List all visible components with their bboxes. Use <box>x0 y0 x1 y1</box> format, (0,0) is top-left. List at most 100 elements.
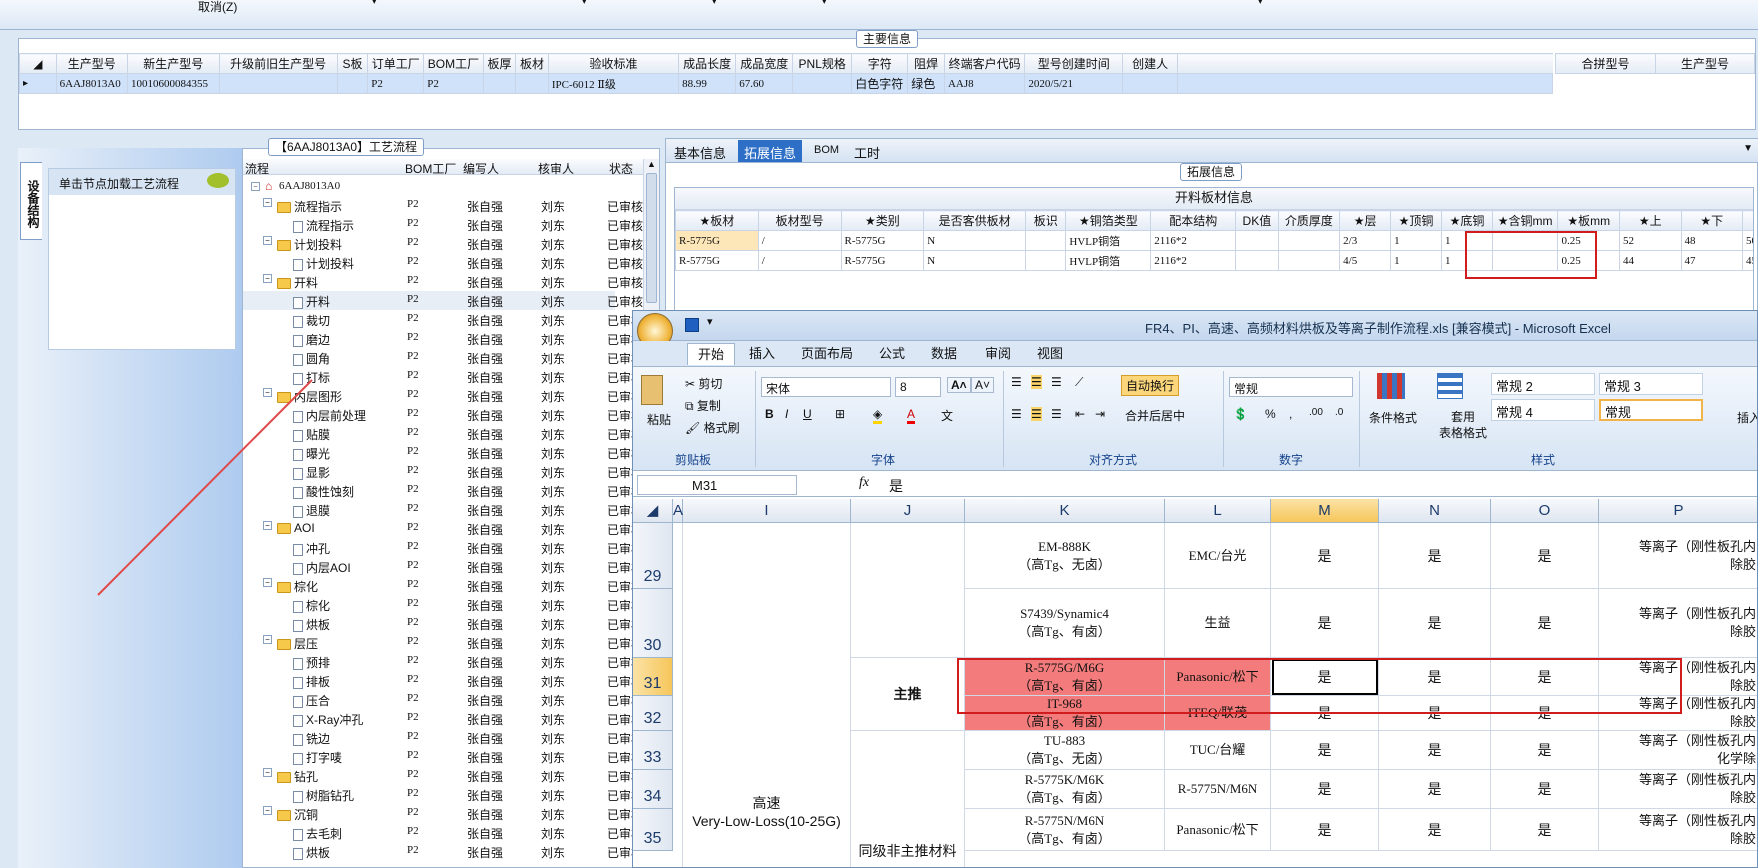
tree-node[interactable]: 圆角 P2 张自强 刘东 已审核 <box>243 348 643 367</box>
column-header[interactable]: O <box>1491 499 1599 523</box>
tab-hours[interactable]: 工时 <box>854 143 880 162</box>
col-header[interactable]: 板材 <box>515 53 549 74</box>
cancel-menu[interactable]: 取消(Z) <box>198 0 237 15</box>
tree-node[interactable]: 流程指示 P2 张自强 刘东 已审核 <box>243 215 643 234</box>
tree-node[interactable]: 贴膜 P2 张自强 刘东 已审核 <box>243 424 643 443</box>
cell-n[interactable]: 是 <box>1379 770 1491 809</box>
tree-node[interactable]: 开料 P2 张自强 刘东 已审核 <box>243 291 643 310</box>
cell[interactable] <box>218 73 338 94</box>
col-header[interactable]: 合拼型号 <box>1555 53 1656 74</box>
cell[interactable] <box>1122 73 1179 94</box>
col-header[interactable]: BOM工厂 <box>405 160 456 177</box>
column-header[interactable]: K <box>965 499 1165 523</box>
col-header[interactable]: 介质厚度 <box>1277 210 1341 231</box>
row-header[interactable]: 30 <box>633 589 673 658</box>
cell[interactable]: IPC-6012 Ⅱ级 <box>547 73 680 94</box>
tree-node[interactable]: 酸性蚀刻 P2 张自强 刘东 已审核 <box>243 481 643 500</box>
col-header[interactable]: ★层 <box>1339 210 1392 231</box>
col-header[interactable]: 核审人 <box>538 160 574 177</box>
cell-o[interactable]: 是 <box>1491 731 1599 770</box>
cell-o[interactable]: 是 <box>1491 589 1599 658</box>
col-header[interactable]: 板识 <box>1025 210 1067 231</box>
tree-node[interactable]: − 沉铜 P2 张自强 刘东 已审核 <box>243 804 643 823</box>
tree-node[interactable]: 排板 P2 张自强 刘东 已审核 <box>243 671 643 690</box>
cell-o[interactable]: 是 <box>1491 523 1599 589</box>
col-header[interactable]: 升级前旧生产型号 <box>218 53 338 74</box>
cell-k[interactable]: S7439/Synamic4 （高Tg、有卤） <box>965 589 1165 658</box>
col-header[interactable]: 配本结构 <box>1150 210 1237 231</box>
cell[interactable]: N <box>923 230 1027 251</box>
cell[interactable]: 44 <box>1618 250 1682 271</box>
collapse-icon[interactable]: − <box>263 198 272 207</box>
tree-node[interactable]: 内层AOI P2 张自强 刘东 已审核 <box>243 557 643 576</box>
col-header[interactable]: ★板mm <box>1557 210 1620 231</box>
tab-device-structure[interactable]: 设备结构 <box>20 162 42 240</box>
tab-bom[interactable]: BOM <box>814 144 839 156</box>
tree-node[interactable]: 铣边 P2 张自强 刘东 已审核 <box>243 728 643 747</box>
col-header[interactable]: 流程 <box>245 160 269 177</box>
cell-j-other[interactable]: 同级非主推材料 <box>851 731 965 867</box>
cell[interactable]: 2/3 <box>1339 230 1392 251</box>
tree-node[interactable]: 磨边 P2 张自强 刘东 已审核 <box>243 329 643 348</box>
col-header[interactable]: 新生产型号 <box>126 53 220 74</box>
tree-node[interactable]: 裁切 P2 张自强 刘东 已审核 <box>243 310 643 329</box>
scroll-thumb[interactable] <box>646 173 657 303</box>
col-header[interactable]: ★含铜mm <box>1491 210 1559 231</box>
cell[interactable]: P2 <box>423 73 484 94</box>
cell-n[interactable]: 是 <box>1379 589 1491 658</box>
tree-node[interactable]: − 内层图形 P2 张自强 刘东 已审核 <box>243 386 643 405</box>
cell-i-merged[interactable]: 高速 Very-Low-Loss(10-25G) <box>683 523 851 867</box>
tree-node[interactable]: 打标 P2 张自强 刘东 已审核 <box>243 367 643 386</box>
col-header[interactable]: 状态 <box>609 160 633 177</box>
row-header[interactable]: 33 <box>633 731 673 770</box>
cell[interactable] <box>1235 230 1279 251</box>
cell-j[interactable] <box>851 523 965 658</box>
cell-k[interactable]: R-5775K/M6K （高Tg、有卤） <box>965 770 1165 809</box>
tree-node[interactable]: X-Ray冲孔 P2 张自强 刘东 已审核 <box>243 709 643 728</box>
col-header[interactable]: ★下 <box>1680 210 1744 231</box>
cell-p[interactable]: 等离子（刚性板孔内 除胶 <box>1599 809 1757 851</box>
column-header[interactable]: I <box>683 499 851 523</box>
collapse-icon[interactable]: − <box>263 388 272 397</box>
cell-m[interactable]: 是 <box>1271 770 1379 809</box>
dropdown-icon[interactable]: ▾ <box>712 0 717 7</box>
col-header[interactable]: 终端客户代码 <box>943 53 1026 74</box>
col-header[interactable]: ★顶铜 <box>1390 210 1442 231</box>
col-header[interactable]: PNL规格 <box>792 53 853 74</box>
cell[interactable]: 2116*2 <box>1150 230 1237 251</box>
collapse-icon[interactable]: − <box>263 806 272 815</box>
row-header[interactable]: 35 <box>633 809 673 851</box>
tree-node[interactable]: 冲孔 P2 张自强 刘东 已审核 <box>243 538 643 557</box>
cell[interactable]: 52 <box>1618 230 1682 251</box>
cell-l[interactable]: 生益 <box>1165 589 1271 658</box>
cell[interactable] <box>1025 230 1067 251</box>
cell-p[interactable]: 等离子（刚性板孔内 除胶 <box>1599 770 1757 809</box>
cell-o[interactable]: 是 <box>1491 770 1599 809</box>
col-header[interactable]: ★板材 <box>675 210 759 231</box>
tree-node[interactable]: − 层压 P2 张自强 刘东 已审核 <box>243 633 643 652</box>
cell-n[interactable]: 是 <box>1379 523 1491 589</box>
cell-l[interactable]: TUC/台耀 <box>1165 731 1271 770</box>
tree-node[interactable]: − 棕化 P2 张自强 刘东 已审核 <box>243 576 643 595</box>
tree-node[interactable]: 压合 P2 张自强 刘东 已审核 <box>243 690 643 709</box>
col-header[interactable]: 板材型号 <box>757 210 842 231</box>
cell[interactable]: / <box>757 230 842 251</box>
select-all-corner[interactable]: ◢ <box>633 499 673 523</box>
col-header[interactable]: ★铜箔类型 <box>1065 210 1152 231</box>
tree-node[interactable]: − 开料 P2 张自强 刘东 已审核 <box>243 272 643 291</box>
cell-n[interactable]: 是 <box>1379 731 1491 770</box>
cell[interactable]: AAJ8 <box>943 73 1026 94</box>
cell-m[interactable]: 是 <box>1271 731 1379 770</box>
tree-node[interactable]: 预排 P2 张自强 刘东 已审核 <box>243 652 643 671</box>
cell[interactable]: HVLP铜箔 <box>1065 250 1152 271</box>
col-header[interactable]: 订单工厂 <box>367 53 425 74</box>
tree-node[interactable]: 显影 P2 张自强 刘东 已审核 <box>243 462 643 481</box>
collapse-icon[interactable]: − <box>251 182 260 191</box>
tree-node[interactable]: 曝光 P2 张自强 刘东 已审核 <box>243 443 643 462</box>
cell[interactable]: HVLP铜箔 <box>1065 230 1152 251</box>
cell-a[interactable] <box>673 523 683 867</box>
col-header[interactable]: ★类别 <box>840 210 925 231</box>
cell-p[interactable]: 等离子（刚性板孔内 化学除 <box>1599 731 1757 770</box>
col-header[interactable]: 型号创建时间 <box>1024 53 1124 74</box>
col-header[interactable]: 成品宽度 <box>735 53 794 74</box>
